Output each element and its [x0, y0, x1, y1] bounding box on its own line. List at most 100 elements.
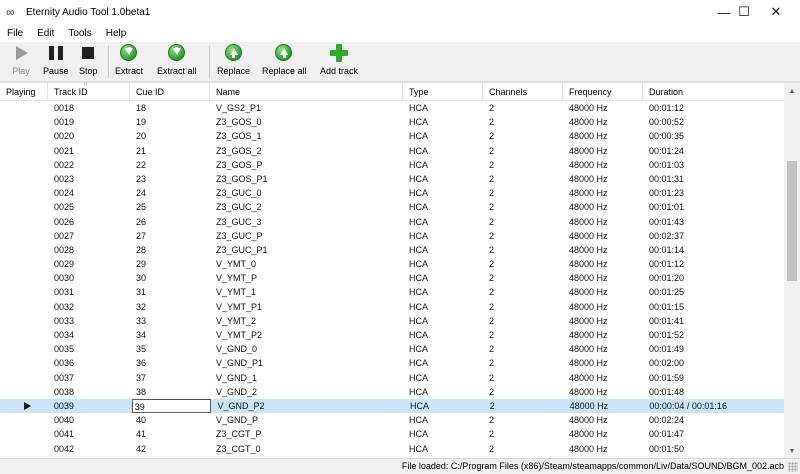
scrollbar-thumb[interactable]	[787, 161, 797, 281]
channels-cell: 2	[489, 415, 495, 426]
extract-all-button[interactable]: Extract all	[157, 44, 197, 76]
frequency-cell: 48000 Hz	[569, 117, 608, 128]
scroll-down-icon[interactable]: ▼	[784, 443, 800, 458]
type-cell: HCA	[409, 330, 429, 340]
menu-tools[interactable]: Tools	[61, 28, 98, 39]
table-row[interactable]: 0030 30 V_YMT_P HCA 2 48000 Hz 00:01:20	[0, 271, 784, 285]
type-cell: HCA	[409, 244, 429, 255]
table-row[interactable]: 0036 36 V_GND_P1 HCA 2 48000 Hz 00:02:00	[0, 356, 784, 370]
vertical-scrollbar[interactable]: ▲ ▼	[784, 83, 800, 458]
table-row[interactable]: 0024 24 Z3_GUC_0 HCA 2 48000 Hz 00:01:23	[0, 186, 784, 200]
table-row[interactable]: 0028 28 Z3_GUC_P1 HCA 2 48000 Hz 00:01:14	[0, 243, 784, 257]
column-header-name[interactable]: Name	[210, 83, 403, 101]
channels-cell: 2	[489, 244, 495, 255]
track-id-cell: 0036	[54, 358, 75, 369]
table-row[interactable]: 0018 18 V_GS2_P1 HCA 2 48000 Hz 00:01:12	[0, 101, 784, 115]
type-cell: HCA	[409, 273, 429, 284]
channels-cell: 2	[489, 429, 495, 440]
column-header-channels[interactable]: Channels	[483, 83, 563, 101]
playing-cell	[0, 172, 48, 186]
menu-edit[interactable]: Edit	[30, 28, 61, 39]
duration-cell: 00:01:43	[649, 216, 685, 227]
frequency-cell: 48000 Hz	[569, 429, 608, 440]
channels-cell: 2	[489, 230, 495, 241]
duration-cell: 00:01:12	[649, 103, 685, 113]
track-id-cell: 0037	[54, 372, 75, 383]
close-button[interactable]: ✕	[756, 0, 796, 24]
table-row[interactable]: 0025 25 Z3_GUC_2 HCA 2 48000 Hz 00:01:01	[0, 200, 784, 214]
table-row[interactable]: 0039 39 V_GND_P2 HCA 2 48000 Hz 00:00:04 / 00:…	[0, 398, 784, 414]
table-row[interactable]: 0029 29 V_YMT_0 HCA 2 48000 Hz 00:01:12	[0, 257, 784, 271]
frequency-cell: 48000 Hz	[569, 244, 608, 255]
track-id-cell: 0029	[54, 259, 75, 270]
duration-cell: 00:00:52	[649, 117, 685, 128]
scroll-up-icon[interactable]: ▲	[784, 83, 800, 99]
channels-cell: 2	[489, 145, 495, 156]
track-id-cell: 0033	[54, 315, 75, 326]
pause-button[interactable]: Pause	[43, 44, 69, 76]
table-row[interactable]: 0023 23 Z3_GOS_P1 HCA 2 48000 Hz 00:01:31	[0, 172, 784, 186]
playing-cell	[0, 129, 48, 143]
replace-all-button[interactable]: Replace all	[262, 44, 307, 76]
playing-cell	[0, 186, 48, 200]
cue-id-edit-field[interactable]: 39	[131, 398, 212, 414]
playing-cell	[0, 427, 48, 441]
name-cell: V_YMT_P1	[216, 301, 263, 312]
table-row[interactable]: 0020 20 Z3_GOS_1 HCA 2 48000 Hz 00:00:35	[0, 129, 784, 143]
playing-cell	[0, 101, 48, 115]
toolbar-separator	[108, 46, 109, 78]
table-row[interactable]: 0034 34 V_YMT_P2 HCA 2 48000 Hz 00:01:52	[0, 328, 784, 342]
plus-icon	[330, 44, 349, 62]
table-row[interactable]: 0041 41 Z3_CGT_P HCA 2 48000 Hz 00:01:47	[0, 427, 784, 441]
type-cell: HCA	[409, 372, 429, 383]
table-row[interactable]: 0033 33 V_YMT_2 HCA 2 48000 Hz 00:01:41	[0, 314, 784, 328]
playing-cell	[0, 115, 48, 129]
add-track-button[interactable]: Add track	[320, 44, 358, 76]
table-row[interactable]: 0019 19 Z3_GOS_0 HCA 2 48000 Hz 00:00:52	[0, 115, 784, 129]
table-row[interactable]: 0031 31 V_YMT_1 HCA 2 48000 Hz 00:01:25	[0, 285, 784, 299]
frequency-cell: 48000 Hz	[569, 443, 608, 454]
stop-button[interactable]: Stop	[79, 44, 98, 76]
extract-button[interactable]: Extract	[115, 44, 143, 76]
type-cell: HCA	[409, 358, 429, 369]
replace-button[interactable]: Replace	[217, 44, 250, 76]
table-row[interactable]: 0032 32 V_YMT_P1 HCA 2 48000 Hz 00:01:15	[0, 300, 784, 314]
playing-cell	[0, 200, 48, 214]
track-id-cell: 0039	[53, 400, 74, 411]
table-row[interactable]: 0027 27 Z3_GUC_P HCA 2 48000 Hz 00:02:37	[0, 229, 784, 243]
column-header-playing[interactable]: Playing	[0, 83, 48, 101]
playing-cell	[0, 314, 48, 328]
extract-icon	[120, 44, 138, 62]
type-cell: HCA	[409, 443, 429, 454]
resize-grip-icon[interactable]	[788, 462, 798, 472]
table-row[interactable]: 0037 37 V_GND_1 HCA 2 48000 Hz 00:01:59	[0, 371, 784, 385]
track-id-cell: 0020	[54, 131, 75, 142]
play-button[interactable]: Play	[12, 44, 30, 76]
channels-cell: 2	[489, 173, 495, 184]
cue-id-cell: 34	[136, 330, 147, 340]
table-row[interactable]: 0040 40 V_GND_P HCA 2 48000 Hz 00:02:24	[0, 413, 784, 427]
menu-file[interactable]: File	[0, 28, 30, 39]
type-cell: HCA	[409, 216, 429, 227]
frequency-cell: 48000 Hz	[569, 315, 608, 326]
column-header-frequency[interactable]: Frequency	[563, 83, 643, 101]
type-cell: HCA	[409, 145, 429, 156]
column-header-type[interactable]: Type	[403, 83, 483, 101]
menu-help[interactable]: Help	[99, 28, 134, 39]
table-row[interactable]: 0022 22 Z3_GOS_P HCA 2 48000 Hz 00:01:03	[0, 158, 784, 172]
column-header-cue-id[interactable]: Cue ID	[130, 83, 210, 101]
cue-id-cell: 22	[136, 159, 147, 170]
cue-id-cell: 30	[136, 273, 147, 284]
channels-cell: 2	[489, 216, 495, 227]
table-row[interactable]: 0042 42 Z3_CGT_0 HCA 2 48000 Hz 00:01:50	[0, 442, 784, 456]
table-row[interactable]: 0026 26 Z3_GUC_3 HCA 2 48000 Hz 00:01:43	[0, 215, 784, 229]
table-row[interactable]: 0035 35 V_GND_0 HCA 2 48000 Hz 00:01:49	[0, 342, 784, 356]
replace-all-icon	[275, 44, 293, 62]
menu-bar: File Edit Tools Help	[0, 24, 800, 42]
name-cell: Z3_GOS_1	[216, 131, 262, 142]
playing-cell	[0, 385, 48, 399]
column-header-track-id[interactable]: Track ID ^	[48, 83, 130, 101]
table-row[interactable]: 0021 21 Z3_GOS_2 HCA 2 48000 Hz 00:01:24	[0, 144, 784, 158]
column-header-duration[interactable]: Duration	[643, 83, 784, 101]
table-row[interactable]: 0038 38 V_GND_2 HCA 2 48000 Hz 00:01:48	[0, 385, 784, 399]
